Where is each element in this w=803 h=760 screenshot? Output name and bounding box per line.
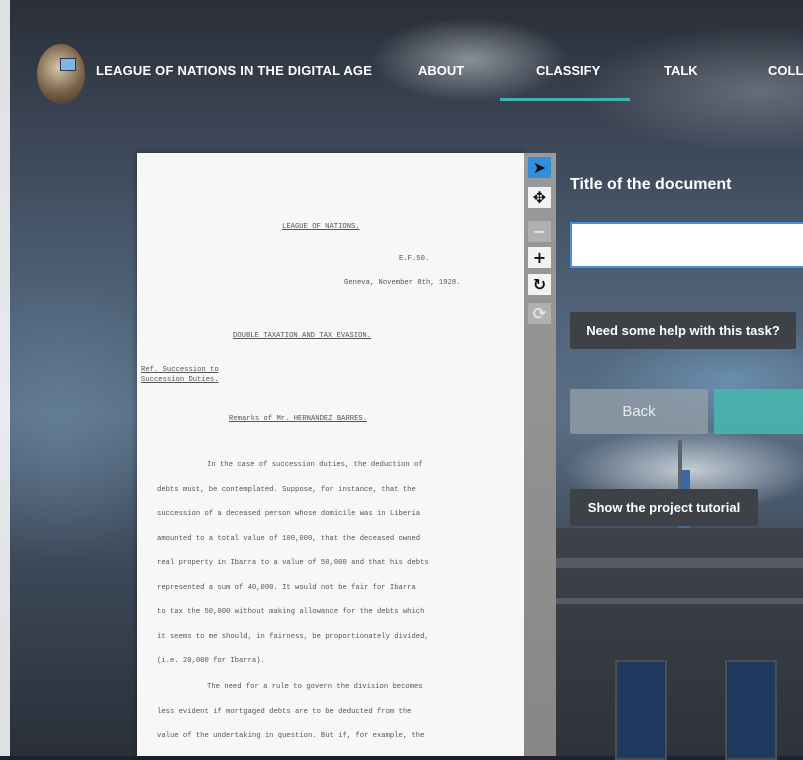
nav-collect[interactable]: COLL <box>768 63 803 78</box>
rotate-icon[interactable]: ↻ <box>528 274 551 295</box>
doc-paragraph-2: The need for a rule to govern the divisi… <box>157 683 425 740</box>
doc-ref: E.F.50. <box>399 255 430 263</box>
reset-icon[interactable]: ⟳ <box>528 303 551 324</box>
window-edge <box>0 0 10 756</box>
project-logo[interactable] <box>37 44 85 104</box>
doc-paragraph-1: In the case of succession duties, the de… <box>157 461 429 665</box>
title-input[interactable] <box>570 222 803 268</box>
doc-remarks-title: Remarks of Mr. HERNANDEZ BARRES. <box>229 415 368 423</box>
nav-classify[interactable]: CLASSIFY <box>536 63 600 78</box>
nav-about[interactable]: ABOUT <box>418 63 464 78</box>
zoom-in-icon[interactable]: + <box>528 247 551 268</box>
building-photo <box>555 528 803 760</box>
zoom-out-icon[interactable]: − <box>528 221 551 242</box>
doc-heading: LEAGUE OF NATIONS. <box>282 223 360 231</box>
back-button[interactable]: Back <box>570 389 708 434</box>
site-title[interactable]: LEAGUE OF NATIONS IN THE DIGITAL AGE <box>96 63 372 78</box>
doc-margin-note-1: Ref. Succession to <box>141 366 219 374</box>
next-button[interactable] <box>714 389 803 434</box>
pointer-icon[interactable]: ➤ <box>528 157 551 178</box>
document-viewer[interactable]: LEAGUE OF NATIONS. E.F.50. Geneva, Novem… <box>137 153 524 756</box>
viewer-toolbar: ➤ ✥ − + ↻ ⟳ <box>524 153 556 756</box>
help-button[interactable]: Need some help with this task? <box>570 312 796 349</box>
active-tab-indicator <box>500 98 630 101</box>
tutorial-button[interactable]: Show the project tutorial <box>570 489 758 526</box>
doc-subject: DOUBLE TAXATION AND TAX EVASION. <box>233 332 372 340</box>
nav-talk[interactable]: TALK <box>664 63 698 78</box>
doc-margin-note-2: Succession Duties. <box>141 376 219 384</box>
task-question: Title of the document <box>570 176 732 193</box>
move-icon[interactable]: ✥ <box>528 187 551 208</box>
doc-place-date: Geneva, November 8th, 1928. <box>344 279 461 287</box>
